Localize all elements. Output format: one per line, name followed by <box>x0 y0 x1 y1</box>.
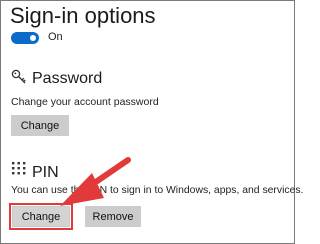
pin-title: PIN <box>32 164 59 181</box>
toggle-switch[interactable] <box>11 32 39 44</box>
password-title: Password <box>32 70 103 87</box>
page-title: Sign-in options <box>10 3 156 28</box>
pin-description: You can use this PIN to sign in to Windo… <box>11 185 304 196</box>
toggle-knob <box>30 35 36 41</box>
password-description: Change your account password <box>11 96 159 108</box>
window-frame: Sign-in options On Password Change your … <box>0 0 303 244</box>
pin-change-button[interactable]: Change <box>9 203 73 230</box>
pin-remove-button[interactable]: Remove <box>85 206 141 227</box>
password-change-button[interactable]: Change <box>11 115 69 136</box>
pin-keypad-icon <box>12 162 26 175</box>
key-icon <box>11 69 26 84</box>
toggle-label: On <box>48 31 63 43</box>
